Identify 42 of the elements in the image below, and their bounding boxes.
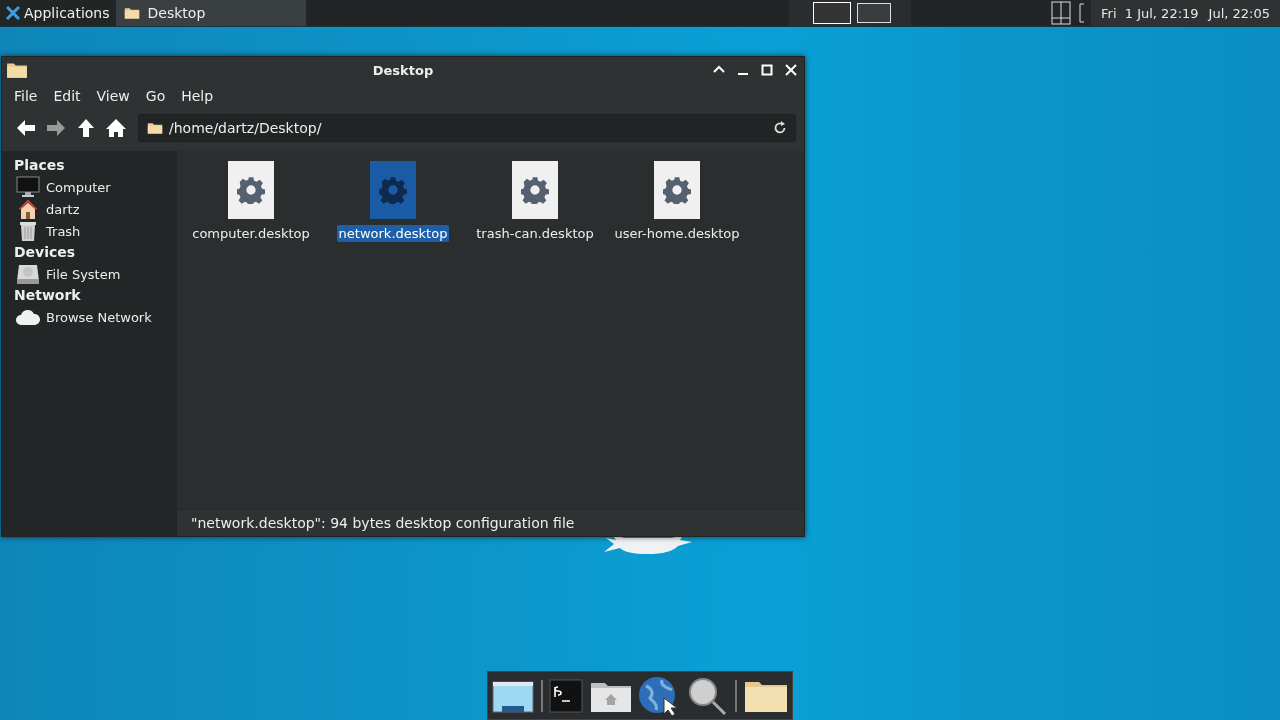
folder-icon <box>123 6 140 20</box>
menu-item[interactable]: File <box>6 85 46 107</box>
sidebar-item[interactable]: File System <box>2 263 177 285</box>
computer-icon <box>16 176 40 198</box>
sidebar-heading: Places <box>13 156 66 175</box>
sidebar-item[interactable]: dartz <box>2 198 177 220</box>
location-field[interactable]: /home/dartz/Desktop/ <box>138 114 796 142</box>
workspace-button[interactable] <box>857 3 891 23</box>
file-name[interactable]: trash-can.desktop <box>474 225 596 242</box>
sidebar-heading: Network <box>13 286 82 305</box>
window-title: Desktop <box>372 62 434 78</box>
menu-item[interactable]: Go <box>137 85 174 107</box>
taskbar-button[interactable]: Desktop <box>115 0 306 26</box>
file-icon[interactable] <box>228 161 274 219</box>
applications-menu[interactable]: Applications <box>0 0 116 26</box>
tray-panel-icon[interactable] <box>1079 3 1085 23</box>
file-name[interactable]: user-home.desktop <box>612 225 742 242</box>
drive-icon <box>16 263 40 285</box>
file-icon[interactable] <box>512 161 558 219</box>
folder-icon <box>147 121 163 135</box>
sidebar-heading: Devices <box>13 243 77 262</box>
file-name[interactable]: network.desktop <box>336 225 450 242</box>
file-name[interactable]: computer.desktop <box>190 225 312 242</box>
home-icon[interactable] <box>104 117 128 139</box>
file-icon[interactable] <box>654 161 700 219</box>
search-icon[interactable] <box>686 675 729 716</box>
status-text: "network.desktop": 94 bytes desktop configuration file <box>191 515 575 531</box>
reload-icon[interactable] <box>773 121 787 135</box>
folder-icon <box>6 61 28 79</box>
menu-item[interactable]: View <box>88 85 138 107</box>
menu-logo-icon <box>6 6 20 20</box>
sidebar-item[interactable]: Computer <box>2 176 177 198</box>
sidebar-item[interactable]: Browse Network <box>2 306 177 328</box>
terminal-icon[interactable] <box>549 678 584 713</box>
tray-window-icon[interactable] <box>1051 1 1071 25</box>
sidebar-item[interactable]: Trash <box>2 220 177 242</box>
menu-item[interactable]: Help <box>173 85 222 107</box>
clock[interactable]: Jul, 22:05 <box>1208 5 1270 21</box>
clock[interactable]: Fri 1 Jul, 22:19 <box>1101 5 1199 21</box>
menu-item[interactable]: Edit <box>45 85 89 107</box>
forward-arrow-icon[interactable] <box>44 117 68 139</box>
network-icon <box>16 307 40 327</box>
